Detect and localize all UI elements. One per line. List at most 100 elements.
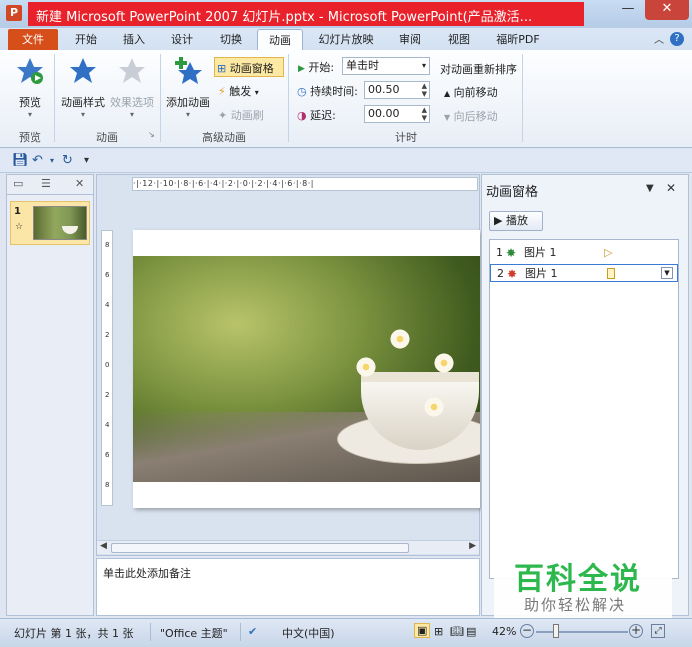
pane-options-icon[interactable]: ▼ <box>646 183 654 194</box>
ribbon-tabs: 文件 开始 插入 设计 切换 动画 幻灯片放映 审阅 视图 福昕PDF ︿ ? <box>0 28 692 50</box>
tab-home[interactable]: 开始 <box>62 29 110 50</box>
minimize-button[interactable]: — <box>614 0 642 20</box>
start-play-icon: ▶ <box>298 64 305 74</box>
duration-input[interactable]: 00.50 ▲ ▼ <box>364 81 430 99</box>
close-button[interactable]: ✕ <box>645 0 689 20</box>
reading-view-icon[interactable]: 📖︎ <box>450 625 464 638</box>
animation-star-marker: ☆ <box>15 222 24 232</box>
horizontal-scrollbar[interactable]: ◀ ▶ <box>97 540 479 554</box>
group-separator <box>522 54 523 142</box>
painter-icon: ✦ <box>218 109 228 122</box>
vertical-ruler: 8 6 4 2 0 2 4 6 8 <box>101 230 113 506</box>
slide-picture[interactable] <box>133 256 480 482</box>
emphasis-star-icon: ✸ <box>507 267 518 281</box>
outline-tab-icon[interactable]: ☰ <box>41 177 51 190</box>
move-earlier-button[interactable]: ▲ 向前移动 <box>444 84 498 100</box>
delay-icon: ◑ <box>297 109 307 122</box>
timeline-bar <box>607 268 615 279</box>
play-button[interactable]: ▶ 播放 <box>489 211 543 231</box>
close-pane-icon[interactable]: ✕ <box>666 181 676 195</box>
fit-to-window-icon[interactable]: ⤢ <box>651 624 665 638</box>
tab-insert[interactable]: 插入 <box>112 29 156 50</box>
minimize-ribbon-icon[interactable]: ︿ <box>654 31 664 46</box>
zoom-out-icon[interactable]: − <box>520 624 534 638</box>
reorder-title: 对动画重新排序 <box>440 63 517 76</box>
normal-view-icon[interactable]: ▣ <box>414 623 431 638</box>
slide-count: 幻灯片 第 1 张，共 1 张 <box>14 627 134 640</box>
vertical-ruler-label: 8 <box>105 481 110 489</box>
group-label-preview: 预览 <box>19 131 41 144</box>
scroll-right-icon[interactable]: ▶ <box>469 541 476 551</box>
vertical-ruler-label: 4 <box>105 421 110 429</box>
arrow-down-icon: ▼ <box>444 113 451 122</box>
notes-pane[interactable]: 单击此处添加备注 <box>96 558 480 616</box>
add-animation-icon <box>164 56 212 92</box>
powerpoint-app-icon[interactable]: P <box>6 5 22 21</box>
save-icon[interactable]: 💾︎ <box>12 153 29 168</box>
watermark: 百科全说 助你轻松解决 <box>494 552 672 622</box>
preview-star-icon <box>10 56 50 92</box>
group-separator <box>54 54 55 142</box>
group-separator <box>288 54 289 142</box>
slide-sorter-icon[interactable]: ⊞ <box>434 625 443 638</box>
clock-icon: ◷ <box>297 85 307 98</box>
tab-foxit-pdf[interactable]: 福昕PDF <box>486 29 550 50</box>
trigger-button[interactable]: ⚡ 触发 ▾ <box>218 83 259 99</box>
theme-name: "Office 主题" <box>160 627 228 640</box>
spinner-icon[interactable]: ▲ ▼ <box>422 106 427 122</box>
vertical-ruler-label: 6 <box>105 451 110 459</box>
add-animation-button[interactable]: 添加动画 ▾ <box>164 56 212 119</box>
animation-list: 1 ✸ 图片 1 ▷ 2 ✸ 图片 1 ▼ <box>489 239 679 579</box>
zoom-level[interactable]: 42% <box>492 625 516 638</box>
help-icon[interactable]: ? <box>670 32 684 46</box>
duration-label: ◷ 持续时间: <box>297 85 358 98</box>
chevron-down-icon[interactable]: ▾ <box>50 156 54 165</box>
redo-icon[interactable]: ↻ <box>62 153 73 168</box>
ribbon: 预览 ▾ 预览 动画样式 ▾ 效果选项 ▾ 动画 ↘ 添加动画 ▾ ⊞ 动画窗格… <box>0 50 692 148</box>
language[interactable]: 中文(中国) <box>282 625 335 641</box>
slideshow-icon[interactable]: ▤ <box>466 625 476 638</box>
start-label: ▶ 开始: <box>298 61 335 74</box>
animation-item-1[interactable]: 1 ✸ 图片 1 ▷ <box>490 244 678 262</box>
close-panel-icon[interactable]: ✕ <box>75 177 84 190</box>
tab-animations[interactable]: 动画 <box>257 29 303 50</box>
slides-tab-icon[interactable]: ▭ <box>13 177 23 190</box>
effect-star-icon <box>108 56 156 92</box>
tab-view[interactable]: 视图 <box>436 29 482 50</box>
customize-toolbar-icon[interactable]: ▾ <box>84 155 89 166</box>
tab-transitions[interactable]: 切换 <box>208 29 254 50</box>
slide-thumbnail-1[interactable]: 1 ☆ <box>10 201 90 245</box>
animation-star-icon <box>58 56 108 92</box>
start-select[interactable]: 单击时 ▾ <box>342 57 430 75</box>
spellcheck-icon[interactable]: ✔︎ <box>248 625 257 638</box>
animation-painter-button[interactable]: ✦ 动画刷 <box>218 107 264 123</box>
quick-access-toolbar: 💾︎ ↶ ▾ ↻ ▾ <box>0 149 692 173</box>
vertical-ruler-label: 4 <box>105 301 110 309</box>
tab-slideshow[interactable]: 幻灯片放映 <box>308 29 384 50</box>
item-dropdown-icon[interactable]: ▼ <box>661 267 673 279</box>
zoom-slider[interactable] <box>536 631 628 633</box>
title-bar: P 新建 Microsoft PowerPoint 2007 幻灯片.pptx … <box>0 0 692 28</box>
zoom-in-icon[interactable]: + <box>629 624 643 638</box>
tab-file[interactable]: 文件 <box>8 29 58 50</box>
spinner-icon[interactable]: ▲ ▼ <box>422 82 427 98</box>
tab-review[interactable]: 审阅 <box>388 29 432 50</box>
scroll-thumb[interactable] <box>111 543 409 553</box>
scroll-left-icon[interactable]: ◀ <box>100 541 107 551</box>
undo-icon[interactable]: ↶ <box>32 153 43 168</box>
animation-pane: 动画窗格 ▼ ✕ ▶ 播放 1 ✸ 图片 1 ▷ 2 ✸ 图片 1 ▼ <box>481 174 689 616</box>
animation-styles-button[interactable]: 动画样式 ▾ <box>58 56 108 119</box>
animation-pane-button[interactable]: ⊞ 动画窗格 <box>214 57 284 77</box>
animation-item-2[interactable]: 2 ✸ 图片 1 ▼ <box>490 264 678 282</box>
entrance-star-icon: ✸ <box>506 246 517 260</box>
dialog-launcher-icon[interactable]: ↘ <box>148 130 155 139</box>
zoom-slider-thumb[interactable] <box>553 624 559 638</box>
preview-button[interactable]: 预览 ▾ <box>10 56 50 119</box>
move-later-button[interactable]: ▼ 向后移动 <box>444 108 498 124</box>
vertical-ruler-label: 0 <box>105 361 110 369</box>
vertical-ruler-label: 2 <box>105 331 110 339</box>
lightning-icon: ⚡ <box>218 85 226 98</box>
effect-options-button[interactable]: 效果选项 ▾ <box>108 56 156 119</box>
delay-input[interactable]: 00.00 ▲ ▼ <box>364 105 430 123</box>
tab-design[interactable]: 设计 <box>160 29 204 50</box>
